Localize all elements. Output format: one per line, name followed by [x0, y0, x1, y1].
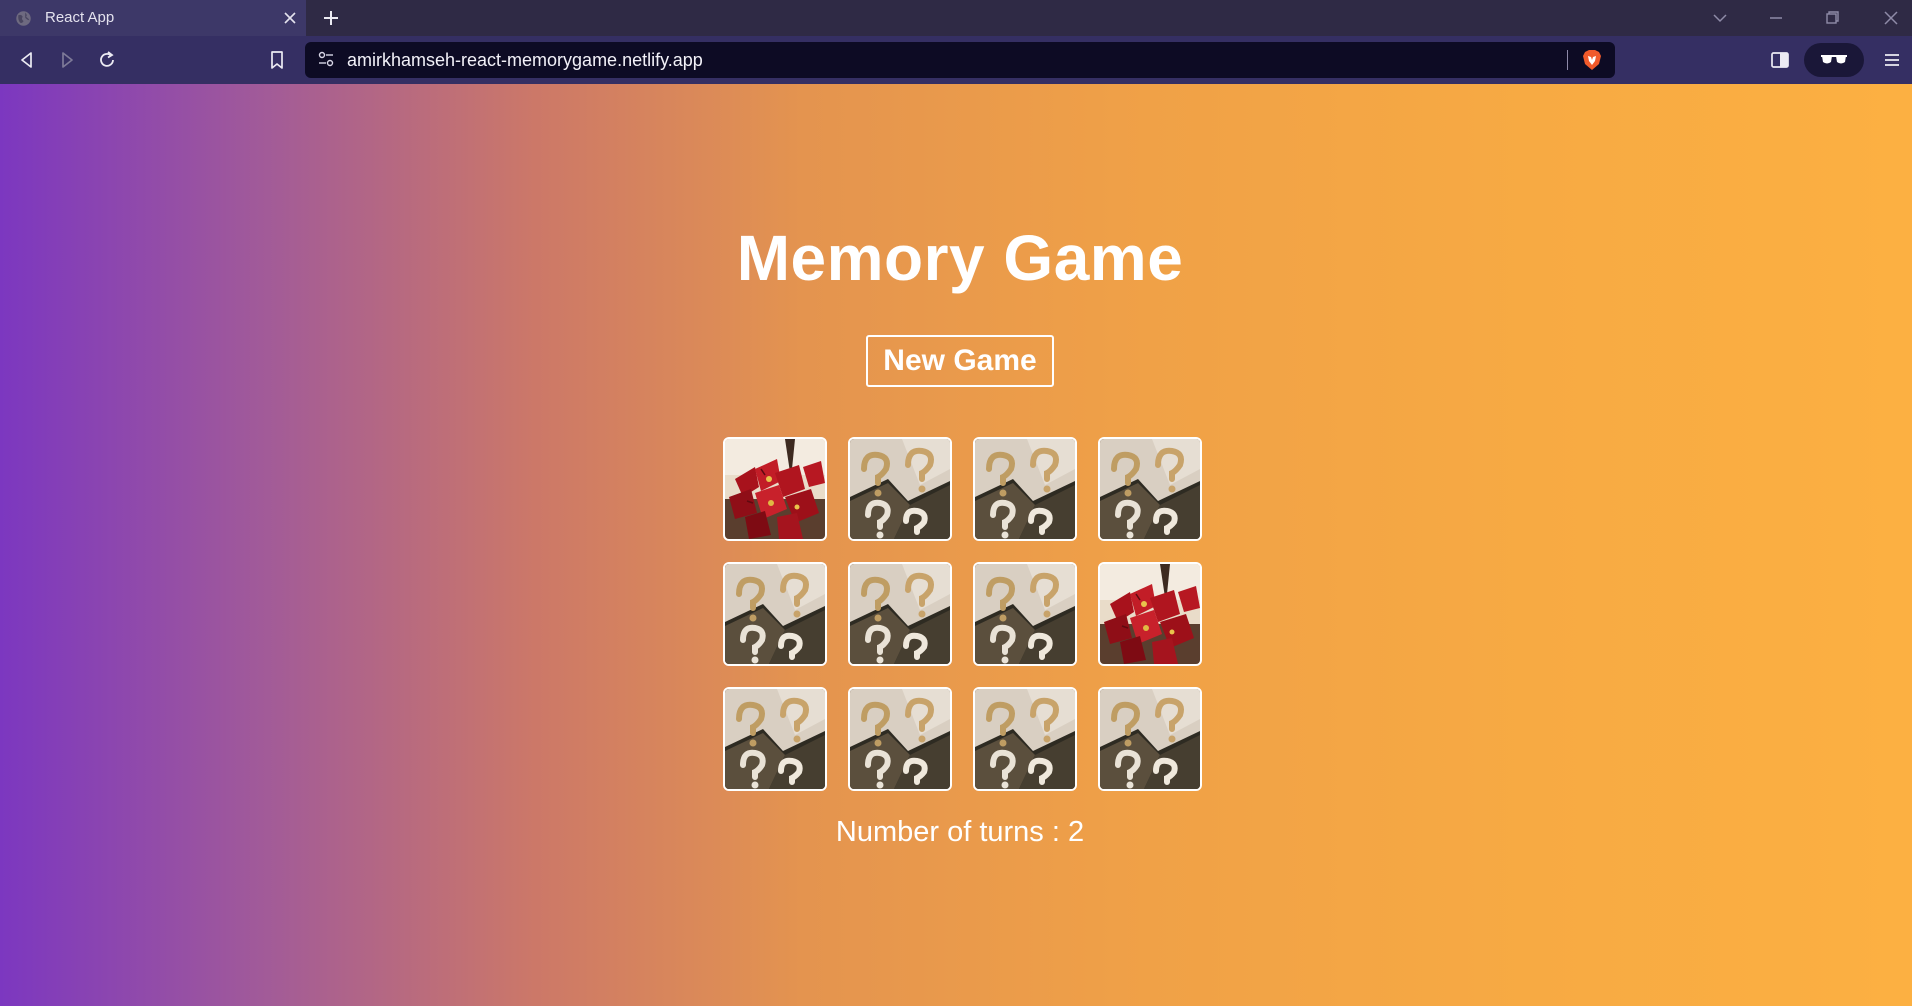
question-marks-image [725, 564, 825, 664]
brave-shield-icon[interactable] [1582, 49, 1602, 71]
menu-icon[interactable] [1881, 49, 1903, 71]
forward-icon[interactable] [56, 49, 78, 71]
card-back[interactable] [848, 562, 952, 666]
card-back[interactable] [848, 687, 952, 791]
question-marks-image [1100, 689, 1200, 789]
back-icon[interactable] [16, 49, 38, 71]
question-marks-image [850, 689, 950, 789]
restore-icon[interactable] [1822, 8, 1842, 28]
question-marks-image [1100, 439, 1200, 539]
bookmark-icon[interactable] [266, 49, 288, 71]
question-marks-image [850, 564, 950, 664]
card-back[interactable] [1098, 437, 1202, 541]
page-title: Memory Game [736, 222, 1184, 294]
card-back[interactable] [723, 562, 827, 666]
question-marks-image [975, 564, 1075, 664]
card-back[interactable] [848, 437, 952, 541]
private-window-badge[interactable] [1804, 43, 1864, 77]
card-back[interactable] [973, 687, 1077, 791]
plus-icon[interactable] [321, 8, 341, 28]
red-flowers-image [1100, 564, 1200, 664]
url-divider [1567, 50, 1568, 70]
question-marks-image [975, 689, 1075, 789]
card-face[interactable] [1098, 562, 1202, 666]
tab-title: React App [45, 9, 115, 26]
url-text[interactable]: amirkhamseh-react-memorygame.netlify.app [347, 50, 703, 71]
card-back[interactable] [723, 687, 827, 791]
minimize-icon[interactable] [1766, 8, 1786, 28]
red-flowers-image [725, 439, 825, 539]
page-content: Memory Game New Game Number of turns : 2 [0, 84, 1912, 1006]
card-back[interactable] [1098, 687, 1202, 791]
private-glasses-icon [1821, 55, 1847, 64]
card-face[interactable] [723, 437, 827, 541]
sidebar-icon[interactable] [1769, 49, 1791, 71]
close-window-icon[interactable] [1881, 8, 1901, 28]
question-marks-image [850, 439, 950, 539]
tab-react-app[interactable]: React App [0, 0, 306, 36]
reload-icon[interactable] [96, 49, 118, 71]
card-grid [723, 437, 1203, 791]
turns-counter: Number of turns : 2 [835, 816, 1085, 848]
question-marks-image [725, 689, 825, 789]
card-back[interactable] [973, 437, 1077, 541]
question-marks-image [975, 439, 1075, 539]
new-game-button[interactable]: New Game [866, 335, 1054, 387]
tab-strip: React App [0, 0, 1912, 36]
globe-icon [16, 11, 31, 26]
close-icon[interactable] [282, 10, 298, 26]
chevron-down-icon[interactable] [1710, 8, 1730, 28]
site-settings-icon[interactable] [317, 50, 335, 68]
card-back[interactable] [973, 562, 1077, 666]
